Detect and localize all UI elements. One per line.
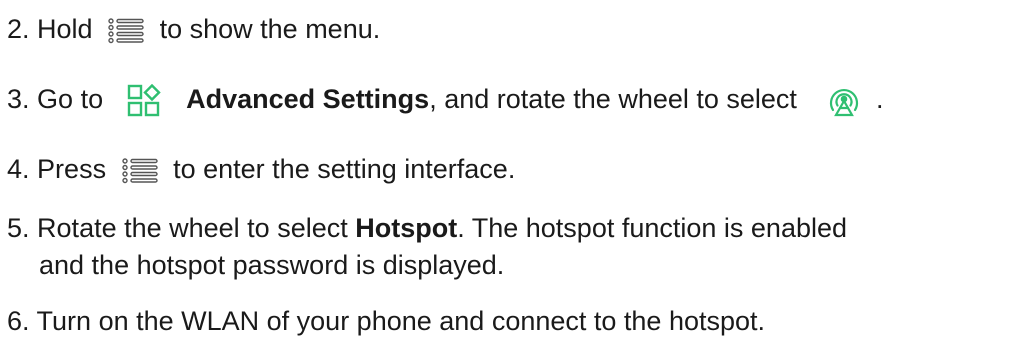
hotspot-icon	[826, 84, 862, 118]
step-number: 5.	[7, 213, 30, 243]
step-text: Turn on the WLAN of your phone and conne…	[36, 306, 766, 336]
step-4: 4. Press to enter the setting interface.	[7, 150, 515, 188]
step-text-after: to show the menu.	[159, 14, 381, 44]
step-text-after: , and rotate the wheel to select	[429, 84, 797, 114]
step-number: 6.	[7, 306, 30, 336]
step-bold-text: Advanced Settings	[186, 84, 430, 114]
step-number: 4.	[7, 154, 30, 184]
step-number: 2.	[7, 14, 30, 44]
step-2: 2. Hold to show the menu.	[7, 10, 380, 48]
menu-list-icon	[120, 157, 160, 185]
step-5-continuation: and the hotspot password is displayed.	[39, 250, 505, 280]
menu-list-icon	[106, 17, 146, 45]
step-6: 6. Turn on the WLAN of your phone and co…	[7, 302, 765, 340]
step-3: 3. Go to Advanced Settings, and rotate t…	[7, 80, 883, 118]
step-text-after: . The hotspot function is enabled	[457, 213, 848, 243]
step-number: 3.	[7, 84, 30, 114]
step-text-before: Rotate the wheel to select	[37, 213, 348, 243]
advanced-settings-icon	[127, 83, 161, 118]
step-text-before: Press	[37, 154, 107, 184]
step-text-before: Hold	[37, 14, 93, 44]
step-text-after: to enter the setting interface.	[173, 154, 516, 184]
step-text-end: .	[875, 84, 884, 114]
step-5: 5. Rotate the wheel to select Hotspot. T…	[7, 209, 847, 247]
step-text-before: Go to	[37, 84, 104, 114]
step-bold-text: Hotspot	[355, 213, 458, 243]
